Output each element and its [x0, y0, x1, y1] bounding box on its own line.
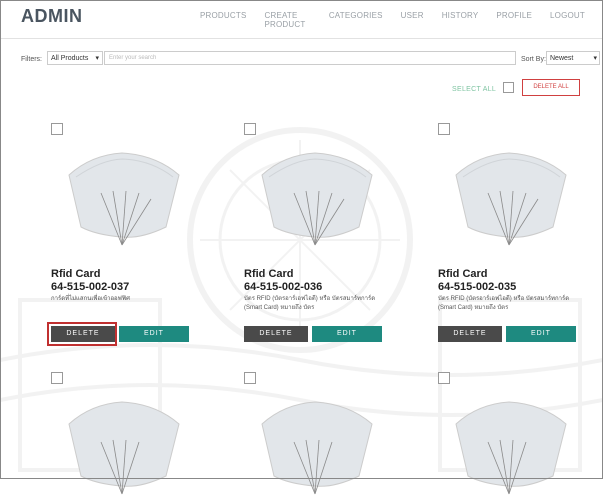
- screenshot-frame: [0, 0, 603, 479]
